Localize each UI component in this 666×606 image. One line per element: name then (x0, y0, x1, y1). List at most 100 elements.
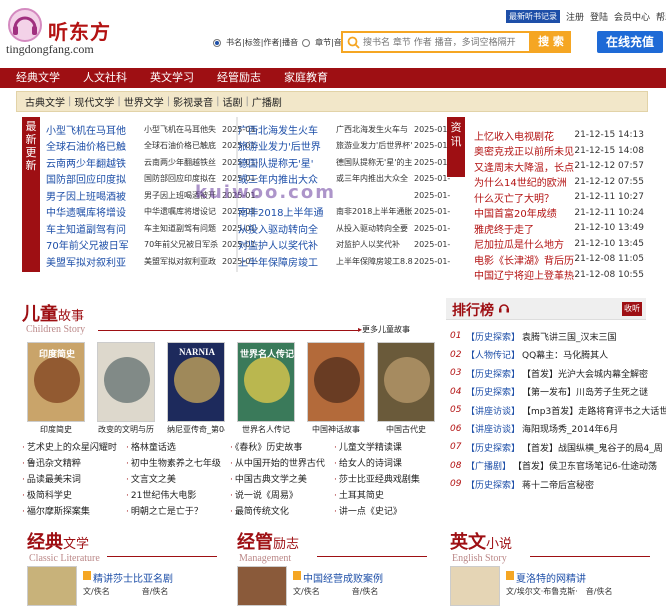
story-link-text[interactable]: 文言文之美 (131, 475, 176, 485)
story-link-text[interactable]: 说一说《周易》 (235, 491, 298, 501)
register-link[interactable]: 注册 (566, 10, 584, 23)
story-link-text[interactable]: 儿童文学精读课 (339, 443, 402, 453)
rank-title[interactable]: QQ幕主：马化腾其人 (522, 348, 608, 361)
update-title[interactable]: 国防部回应印度拟 (46, 171, 144, 186)
news-title[interactable]: 又逢周末大降温，长点 (474, 159, 574, 174)
news-title[interactable]: 为什么14世纪的欧洲 (474, 174, 574, 189)
book-caption[interactable]: 世界名人传记 (237, 424, 295, 435)
section-thumbnail[interactable] (237, 566, 287, 606)
story-link-text[interactable]: 中国古典文学之美 (235, 475, 307, 485)
story-link[interactable]: · 最简传统文化 (230, 504, 289, 519)
story-link[interactable]: · 土耳其简史 (334, 488, 384, 503)
story-link-text[interactable]: 艺术史上的众星闪耀时 (27, 443, 117, 453)
rank-category[interactable]: 【讲座访谈】 (466, 422, 520, 435)
update-row[interactable]: 南非2018上半年通 南非2018上半年通胀 2025-01- (238, 204, 452, 220)
rank-title[interactable]: 【首发】光沪大会城内幕全解密 (522, 367, 648, 380)
section-thumbnail[interactable] (27, 566, 77, 606)
update-title[interactable]: 广西北海发生火车 (238, 122, 336, 137)
rank-category[interactable]: 【历史探索】 (466, 385, 520, 398)
story-link-text[interactable]: 21世纪伟大电影 (131, 491, 196, 501)
rank-title[interactable]: 【首发】战国纵横_鬼谷子的局4_周 (522, 441, 663, 454)
section-thumbnail[interactable] (450, 566, 500, 606)
news-title[interactable]: 奥密克戎正以前所未见 (474, 143, 574, 158)
news-title[interactable]: 中国辽宁将迎上登革热疫情 (474, 267, 574, 282)
news-row[interactable]: 奥密克戎正以前所未见 21-12-15 14:08 (474, 143, 644, 159)
book-card[interactable]: 中国古代史 (377, 342, 435, 435)
ranking-row[interactable]: 05 【讲座访谈】 【mp3首发】走路将育评书之大话世 (450, 402, 666, 418)
update-row[interactable]: 对监护人以奖代补 对监护人以奖代补 2025-01- (238, 237, 452, 253)
update-title[interactable]: 云南两少年翻越铁 (46, 155, 144, 170)
ranking-row[interactable]: 07 【历史探索】 【首发】战国纵横_鬼谷子的局4_周 (450, 439, 663, 455)
help-link[interactable]: 帮助 (656, 10, 666, 23)
story-link[interactable]: · 品读最美宋词 (22, 472, 81, 487)
news-title[interactable]: 尼加拉瓜是什么地方 (474, 236, 574, 251)
news-row[interactable]: 中国首富20年成绩 21-12-11 10:24 (474, 205, 644, 221)
story-link[interactable]: · 儿童文学精读课 (334, 440, 402, 455)
ranking-row[interactable]: 03 【历史探索】 【首发】光沪大会城内幕全解密 (450, 365, 648, 381)
subnav-radio-drama[interactable]: 广播剧 (252, 94, 282, 109)
update-title[interactable]: 中华遗嘱库将增设 (46, 204, 144, 219)
update-row[interactable]: 云南两少年翻越铁 云南两少年翻越铁丝 2025-01- (46, 154, 260, 170)
rank-category[interactable]: 【历史探索】 (466, 441, 520, 454)
book-card[interactable]: 印度简史 印度简史 (27, 342, 85, 435)
login-link[interactable]: 登陆 (590, 10, 608, 23)
section-item-title[interactable]: 夏洛特的网精讲 (516, 570, 586, 585)
story-link-text[interactable]: 莎士比亚经典戏剧集 (339, 475, 420, 485)
site-logo[interactable]: 听东方 tingdongfang.com (6, 6, 126, 60)
book-cover[interactable]: 印度简史 (27, 342, 85, 422)
story-link-text[interactable]: 格林童话选 (131, 443, 176, 453)
story-link[interactable]: · 讲一点《史记》 (334, 504, 402, 519)
nav-classic-literature[interactable]: 经典文学 (16, 68, 60, 88)
ranking-row[interactable]: 09 【历史探索】 蒋十二帝后宫秘密 (450, 476, 594, 492)
rank-category[interactable]: 【历史探索】 (466, 367, 520, 380)
ranking-row[interactable]: 01 【历史探索】 袁腾飞讲三国_汉末三国 (450, 328, 617, 344)
subnav-modern[interactable]: 现代文学 (74, 94, 114, 109)
listen-history-link[interactable]: 最新听书记录 (506, 10, 560, 23)
news-row[interactable]: 什么灭亡了大明？ 21-12-11 10:27 (474, 189, 644, 205)
book-cover[interactable] (307, 342, 365, 422)
rank-title[interactable]: 【第一发布】川岛芳子生死之谜 (522, 385, 648, 398)
story-link[interactable]: · 从中国开始的世界古代 (230, 456, 325, 471)
scope-radio-book[interactable] (213, 38, 221, 47)
search-button[interactable]: 搜 索 (531, 31, 571, 53)
news-title[interactable]: 中国首富20年成绩 (474, 205, 574, 220)
nav-family-education[interactable]: 家庭教育 (284, 68, 328, 88)
book-card[interactable]: NARNIA 纳尼亚传奇_第04部 (167, 342, 225, 435)
story-link[interactable]: · 明朝之亡是亡于？ (126, 504, 203, 519)
book-card[interactable]: 中国神话故事 (307, 342, 365, 435)
recharge-button[interactable]: 在线充值 (597, 31, 663, 53)
news-row[interactable]: 又逢周末大降温，长点 21-12-12 07:57 (474, 158, 644, 174)
children-more-link[interactable]: ▸更多儿童故事 (358, 324, 410, 335)
news-title[interactable]: 雅虎终于走了 (474, 221, 574, 236)
book-caption[interactable]: 改变的文明与历 (97, 424, 155, 435)
rank-category[interactable]: 【人物传记】 (466, 348, 520, 361)
rank-title[interactable]: 【mp3首发】走路将育评书之大话世 (522, 404, 666, 417)
book-cover[interactable]: NARNIA (167, 342, 225, 422)
story-link-text[interactable]: 最简传统文化 (235, 507, 289, 517)
update-title[interactable]: 南非2018上半年通 (238, 204, 336, 219)
update-row[interactable]: 车主知道副驾有问 车主知道副驾有问题 2025-01- (46, 220, 260, 236)
update-row[interactable]: 全球石油价格已触 全球石油价格已触底 2025-01- (46, 138, 260, 154)
subnav-film-audio[interactable]: 影视录音 (173, 94, 213, 109)
news-title[interactable]: 电影《长津湖》背后历 (474, 252, 574, 267)
update-title[interactable]: 对监护人以奖代补 (238, 237, 336, 252)
story-link-text[interactable]: 极简科学史 (27, 491, 72, 501)
news-title[interactable]: 什么灭亡了大明？ (474, 190, 574, 205)
subnav-drama[interactable]: 话剧 (223, 94, 243, 109)
ranking-row[interactable]: 06 【讲座访谈】 海阳现场秀_2014年6月 (450, 421, 618, 437)
update-title[interactable]: 德国队提称无'星' (238, 155, 336, 170)
ranking-tab-listen[interactable]: 收听 (622, 302, 642, 316)
subnav-classical[interactable]: 古典文学 (25, 94, 65, 109)
rank-title[interactable]: 【首发】侯卫东官场笔记6-仕途动荡 (513, 459, 657, 472)
subnav-world[interactable]: 世界文学 (124, 94, 164, 109)
rank-title[interactable]: 海阳现场秀_2014年6月 (522, 422, 618, 435)
story-link-text[interactable]: 讲一点《史记》 (339, 507, 402, 517)
story-link[interactable]: · 《春秋》历史故事 (230, 440, 302, 455)
news-row[interactable]: 雅虎终于走了 21-12-10 13:49 (474, 220, 644, 236)
update-row[interactable]: 旅游业发力'后世界 旅游业发力'后世界杯' 2025-01- (238, 138, 452, 154)
news-title[interactable]: 上忆收入电视剧花 (474, 128, 574, 143)
story-link[interactable]: · 文言文之美 (126, 472, 176, 487)
member-center-link[interactable]: 会员中心 (614, 10, 650, 23)
news-row[interactable]: 尼加拉瓜是什么地方 21-12-10 13:45 (474, 236, 644, 252)
news-row[interactable]: 为什么14世纪的欧洲 21-12-12 07:55 (474, 174, 644, 190)
